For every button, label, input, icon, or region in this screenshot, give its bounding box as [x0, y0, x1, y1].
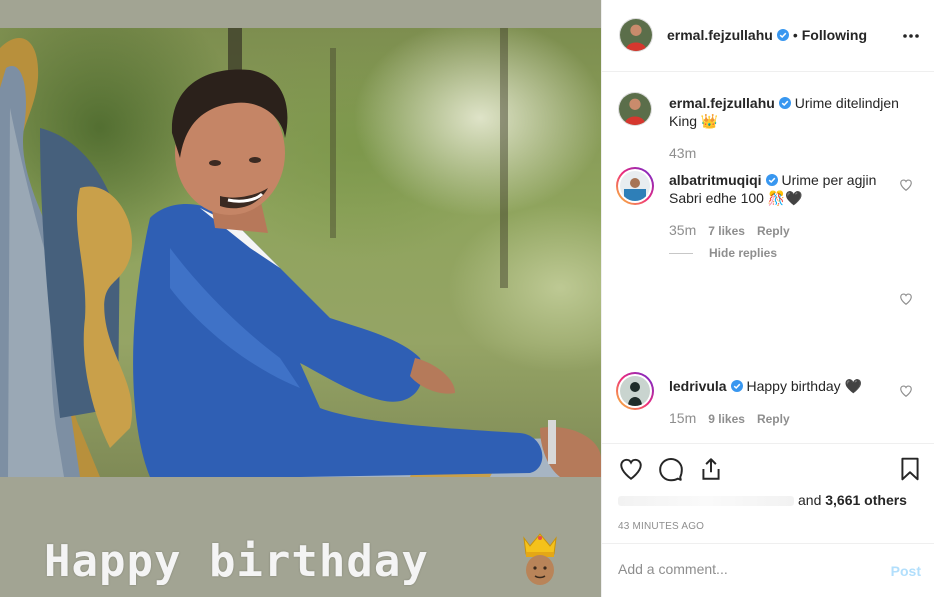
verified-badge-icon: [730, 380, 743, 392]
add-comment-input[interactable]: [618, 561, 878, 577]
hide-replies-button[interactable]: Hide replies: [669, 246, 777, 260]
post-actions: and 3,661 others 43 MINUTES AGO: [602, 443, 934, 543]
comment-likes[interactable]: 9 likes: [708, 412, 745, 426]
caption-avatar[interactable]: [618, 92, 652, 126]
comment-meta: 35m 7 likes Reply: [669, 222, 790, 238]
comment-time[interactable]: 15m: [669, 410, 696, 426]
post-media[interactable]: Happy birthday: [0, 0, 601, 597]
comment-time[interactable]: 35m: [669, 222, 696, 238]
author-username[interactable]: ermal.fejzullahu: [667, 27, 773, 43]
hide-replies-label: Hide replies: [709, 246, 778, 260]
like-comment-heart-icon[interactable]: [899, 384, 913, 398]
post-sidebar: ermal.fejzullahu • Following ermal.fejzull…: [601, 0, 934, 597]
comment-likes[interactable]: 7 likes: [708, 224, 745, 238]
avatar-image: [620, 19, 652, 51]
author-avatar[interactable]: [619, 18, 653, 52]
post-photo: [0, 28, 601, 477]
following-button[interactable]: Following: [802, 27, 867, 43]
likes-count[interactable]: 3,661 others: [825, 492, 907, 508]
comment-username[interactable]: albatritmuqiqi: [669, 172, 762, 188]
caption-username[interactable]: ermal.fejzullahu: [669, 95, 775, 111]
heart-icon[interactable]: [618, 456, 644, 482]
commenter-avatar[interactable]: [616, 167, 654, 205]
likes-and: and: [798, 492, 822, 508]
story-caption-text: Happy birthday: [44, 536, 429, 587]
like-comment-heart-icon[interactable]: [899, 178, 913, 192]
man-on-throne-figure: [0, 38, 601, 477]
caption-body: ermal.fejzullahu Urime ditelindjen King …: [669, 94, 899, 130]
verified-badge-icon: [765, 174, 778, 186]
comment-body: albatritmuqiqi Urime per agjin Sabri edh…: [669, 171, 899, 207]
prince-with-crown-emoji: [523, 533, 557, 585]
caption-time[interactable]: 43m: [669, 145, 696, 161]
add-comment-bar: Post: [602, 543, 934, 597]
liked-by-names-blurred: [618, 496, 794, 507]
post-timestamp[interactable]: 43 MINUTES AGO: [618, 521, 704, 532]
separator-dot: •: [792, 27, 798, 43]
commenter-avatar[interactable]: [616, 372, 654, 410]
comment-text: Happy birthday 🖤: [746, 378, 862, 394]
reply-button[interactable]: Reply: [757, 224, 790, 238]
caption-meta: 43m: [669, 145, 696, 161]
comment-body: ledrivula Happy birthday 🖤: [669, 377, 899, 395]
avatar-image: [620, 376, 650, 406]
avatar-image: [620, 171, 650, 201]
post-header: ermal.fejzullahu • Following: [602, 0, 934, 72]
avatar-image: [619, 93, 651, 125]
comment-username[interactable]: ledrivula: [669, 378, 727, 394]
comment-icon[interactable]: [658, 456, 684, 482]
likes-summary[interactable]: and 3,661 others: [618, 492, 907, 508]
header-user-line: ermal.fejzullahu • Following: [667, 27, 867, 43]
verified-badge-icon: [776, 29, 789, 41]
share-icon[interactable]: [698, 456, 724, 482]
comment-meta: 15m 9 likes Reply: [669, 410, 790, 426]
verified-badge-icon: [778, 97, 791, 109]
post-comment-button[interactable]: Post: [891, 563, 921, 579]
reply-button[interactable]: Reply: [757, 412, 790, 426]
like-comment-heart-icon[interactable]: [899, 292, 913, 306]
replies-line: [669, 253, 693, 255]
media-top-band: [0, 0, 601, 28]
more-horizontal-icon[interactable]: [901, 26, 921, 46]
bookmark-icon[interactable]: [897, 456, 923, 482]
